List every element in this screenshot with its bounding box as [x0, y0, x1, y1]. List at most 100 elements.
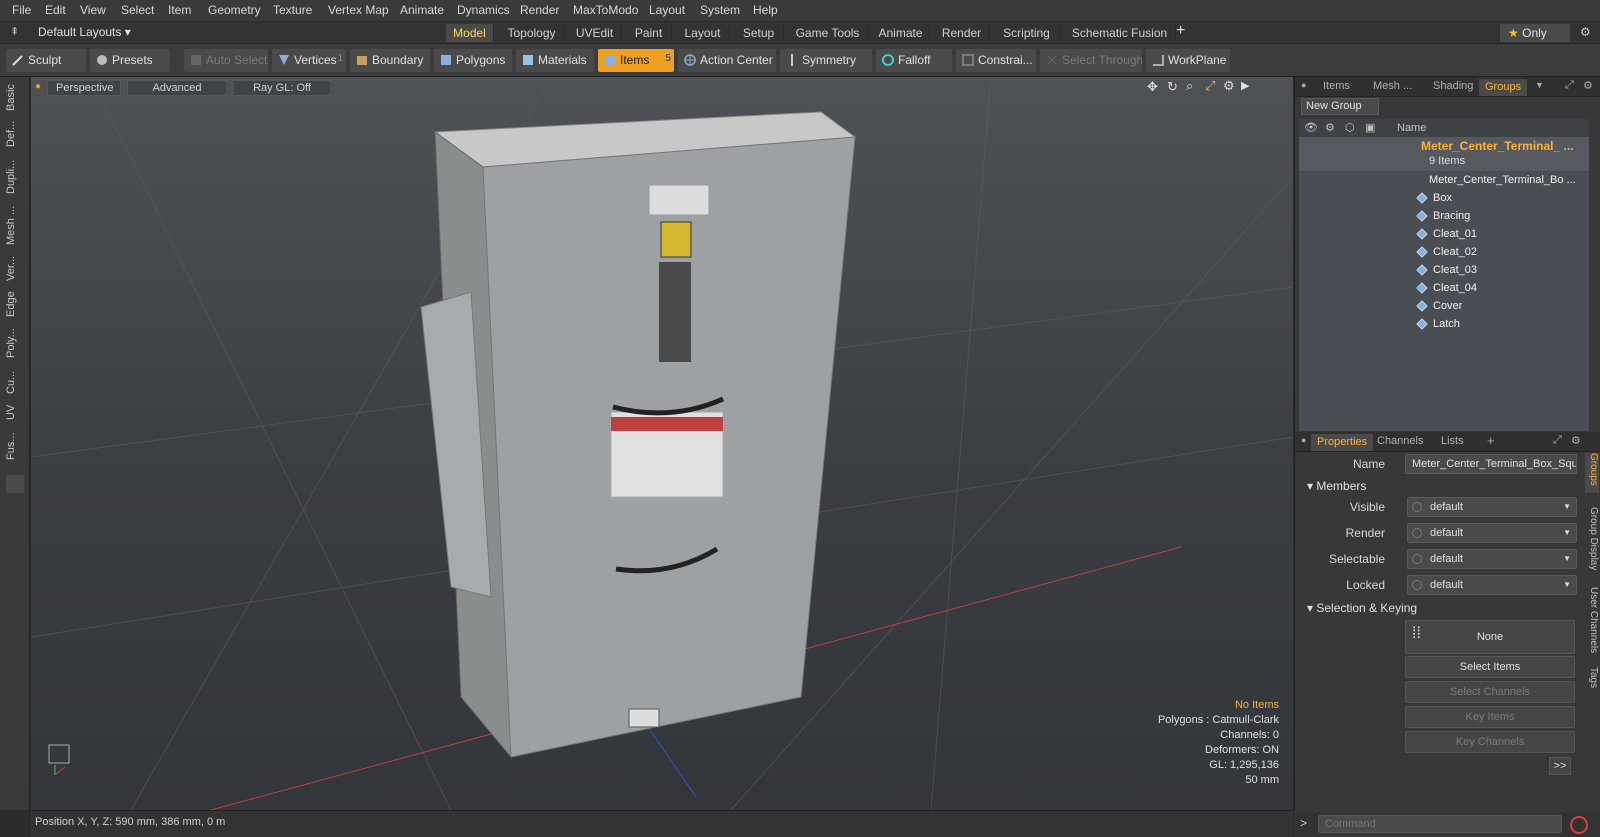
- name-field[interactable]: Meter_Center_Terminal_Box_Squ: [1405, 454, 1577, 474]
- menu-render[interactable]: Render: [520, 3, 559, 17]
- tab-uvedit[interactable]: UVEdit: [568, 24, 622, 42]
- home-icon[interactable]: ⇞: [10, 25, 19, 38]
- side-tab-groups[interactable]: Groups: [1585, 453, 1599, 493]
- tab-paint[interactable]: Paint: [626, 24, 672, 42]
- side-tab-user-channels[interactable]: User Channels: [1585, 587, 1599, 657]
- list-item[interactable]: Latch: [1299, 315, 1589, 333]
- materials-button[interactable]: Materials: [516, 49, 594, 72]
- menu-dynamics[interactable]: Dynamics: [457, 3, 510, 17]
- 3d-viewport[interactable]: ● Perspective Advanced Ray GL: Off ✥ ↻ ⌕…: [31, 77, 1293, 810]
- menu-edit[interactable]: Edit: [45, 3, 66, 17]
- tab-topology[interactable]: Topology: [500, 24, 564, 42]
- tab-channels[interactable]: Channels: [1377, 435, 1423, 447]
- tab-lists[interactable]: Lists: [1441, 435, 1464, 447]
- raygl-dropdown[interactable]: Ray GL: Off: [233, 80, 331, 96]
- left-tab-edge[interactable]: Edge: [5, 289, 25, 319]
- settings-gear-icon[interactable]: ⚙: [1580, 25, 1591, 39]
- lock-icon[interactable]: ▣: [1365, 121, 1375, 134]
- workplane-button[interactable]: WorkPlane: [1146, 49, 1230, 72]
- menu-vertex-map[interactable]: Vertex Map: [328, 3, 389, 17]
- add-tab-icon[interactable]: +: [1487, 433, 1495, 448]
- perspective-dropdown[interactable]: Perspective: [47, 80, 121, 96]
- locked-dropdown[interactable]: default: [1407, 575, 1577, 595]
- tab-animate[interactable]: Animate: [872, 24, 930, 42]
- polygons-button[interactable]: Polygons: [434, 49, 512, 72]
- panel-expand-icon[interactable]: ⤢: [1565, 79, 1574, 92]
- left-tab-basic[interactable]: Basic: [5, 83, 25, 113]
- visible-dropdown[interactable]: default: [1407, 497, 1577, 517]
- zoom-icon[interactable]: ⌕: [1186, 78, 1193, 94]
- expand-arrow-icon[interactable]: ▶: [1241, 79, 1249, 92]
- tab-model[interactable]: Model: [446, 24, 494, 42]
- left-tab-deform[interactable]: Def...: [5, 117, 25, 151]
- layout-selector[interactable]: Default Layouts ▾: [38, 25, 131, 39]
- menu-maxtomodo[interactable]: MaxToModo: [573, 3, 638, 17]
- panel-dot-icon[interactable]: ●: [1301, 80, 1306, 90]
- menu-texture[interactable]: Texture: [273, 3, 312, 17]
- list-item[interactable]: Cleat_04: [1299, 279, 1589, 297]
- tabs-dropdown-icon[interactable]: ▼: [1535, 80, 1544, 90]
- list-item[interactable]: Cleat_01: [1299, 225, 1589, 243]
- render-icon[interactable]: ⚙: [1325, 121, 1335, 134]
- left-tab-fusion[interactable]: Fus...: [5, 427, 25, 465]
- menu-geometry[interactable]: Geometry: [208, 3, 261, 17]
- boundary-button[interactable]: Boundary: [350, 49, 430, 72]
- left-tab-uv[interactable]: UV: [5, 401, 25, 423]
- presets-button[interactable]: Presets: [90, 49, 170, 72]
- none-button[interactable]: ⁞⁞ None: [1405, 620, 1575, 654]
- menu-system[interactable]: System: [700, 3, 740, 17]
- tab-items[interactable]: Items: [1323, 80, 1350, 92]
- falloff-button[interactable]: Falloff: [876, 49, 952, 72]
- tab-render[interactable]: Render: [934, 24, 990, 42]
- action-center-button[interactable]: Action Center: [678, 49, 776, 72]
- more-button[interactable]: >>: [1549, 757, 1571, 775]
- list-item[interactable]: Box: [1299, 189, 1589, 207]
- menu-animate[interactable]: Animate: [400, 3, 444, 17]
- tab-mesh[interactable]: Mesh ...: [1373, 80, 1412, 92]
- auto-select-button[interactable]: Auto Select: [184, 49, 268, 72]
- tab-shading[interactable]: Shading: [1433, 80, 1473, 92]
- symmetry-button[interactable]: Symmetry: [780, 49, 872, 72]
- constraints-button[interactable]: Constrai...: [956, 49, 1036, 72]
- viewport-menu-icon[interactable]: ●: [35, 81, 41, 92]
- fit-icon[interactable]: ⤢: [1205, 78, 1215, 94]
- visibility-eye-icon[interactable]: 👁: [1304, 121, 1318, 134]
- tab-setup[interactable]: Setup: [734, 24, 784, 42]
- key-items-button[interactable]: Key Items: [1405, 706, 1575, 728]
- select-items-button[interactable]: Select Items: [1405, 656, 1575, 678]
- select-through-button[interactable]: Select Through: [1040, 49, 1142, 72]
- side-tab-tags[interactable]: Tags: [1585, 667, 1599, 695]
- left-tab-duplicate[interactable]: Dupli...: [5, 155, 25, 199]
- only-toggle[interactable]: ★ Only: [1500, 24, 1570, 42]
- members-section[interactable]: ▾ Members: [1307, 479, 1366, 493]
- menu-layout[interactable]: Layout: [649, 3, 685, 17]
- left-tab-mesh[interactable]: Mesh ...: [5, 203, 25, 247]
- add-tab-icon[interactable]: +: [1176, 22, 1185, 40]
- selection-keying-section[interactable]: ▾ Selection & Keying: [1307, 601, 1417, 615]
- left-tab-toggle-button[interactable]: [6, 475, 24, 493]
- list-item[interactable]: Bracing: [1299, 207, 1589, 225]
- group-row[interactable]: Meter_Center_Terminal_ ... 9 Items: [1299, 137, 1589, 171]
- tab-scripting[interactable]: Scripting: [994, 24, 1060, 42]
- vertices-button[interactable]: Vertices 1: [272, 49, 346, 72]
- menu-help[interactable]: Help: [753, 3, 778, 17]
- menu-select[interactable]: Select: [121, 3, 154, 17]
- panel-expand-icon[interactable]: ⤢: [1553, 434, 1562, 447]
- list-item[interactable]: Cover: [1299, 297, 1589, 315]
- sculpt-button[interactable]: Sculpt: [6, 49, 86, 72]
- command-input[interactable]: [1318, 815, 1562, 833]
- pan-icon[interactable]: ✥: [1147, 79, 1158, 95]
- list-item[interactable]: Cleat_03: [1299, 261, 1589, 279]
- left-tab-vertex[interactable]: Ver...: [5, 251, 25, 285]
- items-button[interactable]: Items 5: [598, 49, 674, 72]
- select-channels-button[interactable]: Select Channels: [1405, 681, 1575, 703]
- tab-properties[interactable]: Properties: [1311, 434, 1374, 451]
- new-group-button[interactable]: New Group: [1301, 98, 1379, 115]
- viewport-gear-icon[interactable]: ⚙: [1223, 78, 1235, 94]
- select-icon[interactable]: ⬡: [1345, 121, 1355, 134]
- tab-schematic-fusion[interactable]: Schematic Fusion: [1064, 24, 1176, 42]
- side-tab-group-display[interactable]: Group Display: [1585, 507, 1599, 579]
- left-tab-curve[interactable]: Cu...: [5, 367, 25, 397]
- key-channels-button[interactable]: Key Channels: [1405, 731, 1575, 753]
- panel-gear-icon[interactable]: ⚙: [1571, 434, 1581, 447]
